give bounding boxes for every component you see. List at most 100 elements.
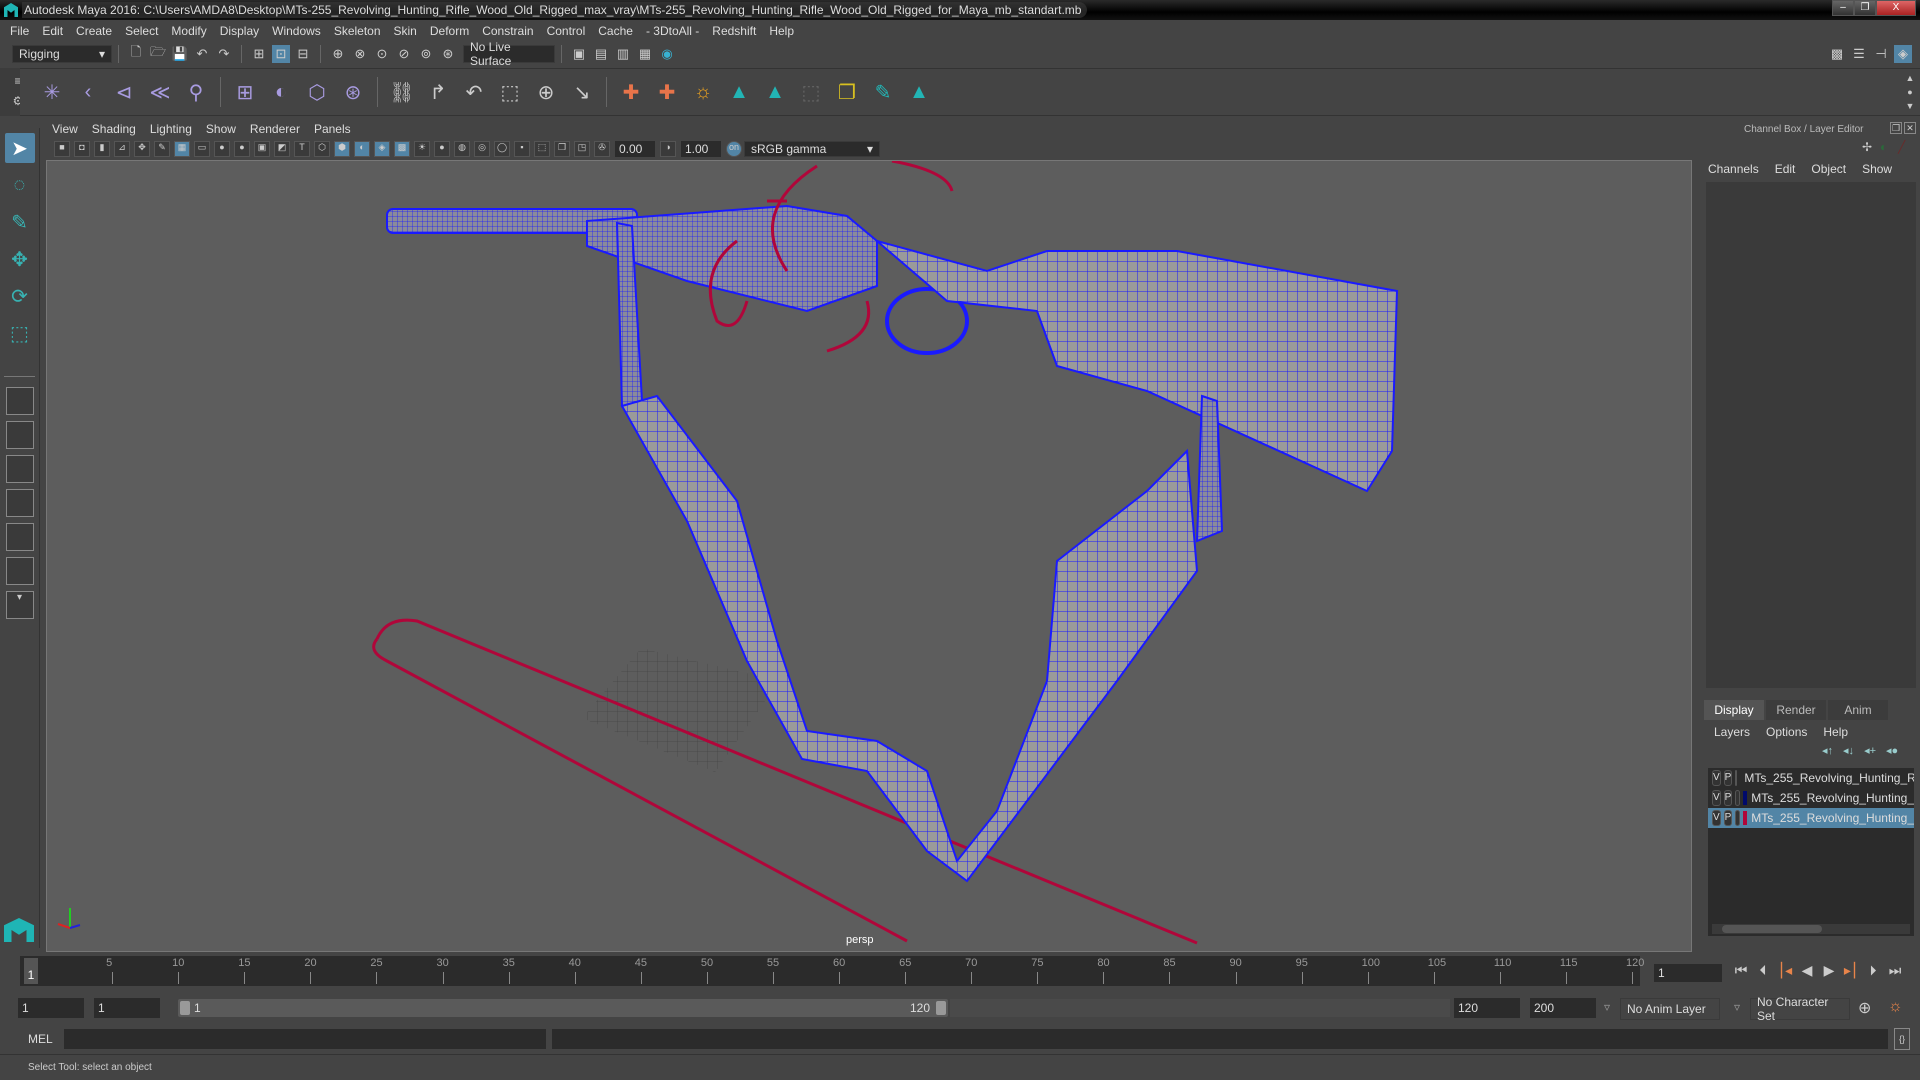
paint-weights-icon[interactable]: ◐ bbox=[267, 78, 295, 106]
smooth-shade-icon[interactable]: ⬢ bbox=[334, 141, 350, 157]
menuset-dropdown[interactable]: Rigging ▾ bbox=[12, 45, 112, 63]
single-pane-layout-icon[interactable] bbox=[5, 387, 34, 415]
panel-menu-show[interactable]: Show bbox=[206, 122, 236, 138]
paint-select-icon[interactable]: ✎ bbox=[869, 78, 897, 106]
image-plane-icon[interactable]: ⊿ bbox=[114, 141, 130, 157]
panel-menu-renderer[interactable]: Renderer bbox=[250, 122, 300, 138]
isolate-select-icon[interactable]: ▪ bbox=[514, 141, 530, 157]
manipulator-toggle-icon[interactable]: ✢ bbox=[1862, 140, 1872, 154]
layer-visibility-toggle[interactable]: V bbox=[1712, 790, 1721, 806]
menu-modify[interactable]: Modify bbox=[171, 24, 206, 38]
open-scene-icon[interactable]: 🗁 bbox=[149, 44, 167, 63]
empty-slot-icon[interactable]: ⬚ bbox=[797, 78, 825, 106]
menu-deform[interactable]: Deform bbox=[430, 24, 469, 38]
menu-cache[interactable]: Cache bbox=[598, 24, 633, 38]
cluster-icon[interactable]: ⊛ bbox=[339, 78, 367, 106]
menu-create[interactable]: Create bbox=[76, 24, 112, 38]
auto-key-icon[interactable]: ⊕ bbox=[1858, 998, 1871, 1018]
script-editor-icon[interactable]: {} bbox=[1894, 1028, 1910, 1050]
layer-name[interactable]: MTs_255_Revolving_Hunting_Rifle bbox=[1744, 771, 1914, 785]
go-to-start-icon[interactable]: ⏮ bbox=[1730, 962, 1752, 979]
menu-skin[interactable]: Skin bbox=[394, 24, 417, 38]
range-start-handle[interactable] bbox=[180, 1001, 190, 1015]
layer-display-type-toggle[interactable] bbox=[1735, 770, 1738, 786]
layer-playback-toggle[interactable]: P bbox=[1723, 770, 1733, 786]
end-time-field[interactable]: 200 bbox=[1530, 998, 1596, 1018]
cb-menu-channels[interactable]: Channels bbox=[1708, 162, 1759, 176]
scrollbar-thumb[interactable] bbox=[1722, 925, 1822, 933]
anim-layer-dropdown[interactable]: No Anim Layer bbox=[1620, 998, 1720, 1020]
step-back-key-icon[interactable]: ⎮◂ bbox=[1774, 962, 1796, 979]
outliner-persp-layout-icon[interactable] bbox=[5, 455, 34, 483]
tab-render[interactable]: Render bbox=[1766, 700, 1826, 720]
menu-constrain[interactable]: Constrain bbox=[482, 24, 533, 38]
start-time-field[interactable]: 1 bbox=[18, 998, 84, 1018]
depth-of-field-icon[interactable]: ◯ bbox=[494, 141, 510, 157]
play-backwards-icon[interactable]: ◀ bbox=[1796, 962, 1818, 979]
motion-blur-icon[interactable]: ◍ bbox=[454, 141, 470, 157]
persp-graph-layout-icon[interactable] bbox=[5, 489, 34, 517]
safe-title-icon[interactable]: T bbox=[294, 141, 310, 157]
bind-skin-icon[interactable]: ⊞ bbox=[231, 78, 259, 106]
cb-menu-show[interactable]: Show bbox=[1862, 162, 1892, 176]
layer-menu-help[interactable]: Help bbox=[1823, 725, 1848, 739]
animation-preferences-icon[interactable]: ☼ bbox=[1888, 998, 1903, 1016]
snap-edge-icon[interactable]: ⊛ bbox=[439, 45, 457, 63]
xray-active-icon[interactable]: ◳ bbox=[574, 141, 590, 157]
menu-display[interactable]: Display bbox=[220, 24, 259, 38]
step-back-frame-icon[interactable]: ⏴ bbox=[1752, 962, 1774, 979]
step-forward-key-icon[interactable]: ▸⎮ bbox=[1840, 962, 1862, 979]
ipr-render-icon[interactable]: ▥ bbox=[614, 45, 632, 63]
cb-menu-object[interactable]: Object bbox=[1811, 162, 1846, 176]
layer-row[interactable]: V P MTs_255_Revolving_Hunting_ bbox=[1708, 808, 1914, 828]
layout-menu-icon[interactable]: ▾ bbox=[5, 591, 34, 619]
speed-toggle-icon[interactable]: ◐ bbox=[1880, 140, 1887, 154]
menu-file[interactable]: File bbox=[10, 24, 29, 38]
color-management-toggle[interactable]: on bbox=[726, 141, 742, 157]
panel-menu-panels[interactable]: Panels bbox=[314, 122, 351, 138]
menu-select[interactable]: Select bbox=[125, 24, 158, 38]
lattice-icon[interactable]: ⬡ bbox=[303, 78, 331, 106]
set-driven-key-icon[interactable]: ✚ bbox=[653, 78, 681, 106]
bookmark-icon[interactable]: ▮ bbox=[94, 141, 110, 157]
modeling-toolkit-icon[interactable]: ▩ bbox=[1828, 45, 1846, 63]
gate-mask-icon[interactable]: ● bbox=[234, 141, 250, 157]
select-component-icon[interactable]: ⊟ bbox=[294, 45, 312, 63]
rotate-tool-icon[interactable]: ⟳ bbox=[5, 281, 35, 311]
live-surface-field[interactable]: No Live Surface bbox=[463, 40, 555, 68]
playback-start-field[interactable]: 1 bbox=[94, 998, 160, 1018]
play-forwards-icon[interactable]: ▶ bbox=[1818, 962, 1840, 979]
hyperbolic-toggle-icon[interactable]: ╱ bbox=[1898, 140, 1905, 154]
layer-playback-toggle[interactable]: P bbox=[1723, 790, 1733, 806]
tab-anim[interactable]: Anim bbox=[1828, 700, 1888, 720]
select-hierarchy-icon[interactable]: ⊞ bbox=[250, 45, 268, 63]
shadows-icon[interactable]: ☀ bbox=[414, 141, 430, 157]
layer-color-swatch[interactable] bbox=[1743, 811, 1748, 825]
orient-constraint-icon[interactable]: ↶ bbox=[460, 78, 488, 106]
four-pane-layout-icon[interactable] bbox=[5, 421, 34, 449]
layer-name[interactable]: MTs_255_Revolving_Hunting_ bbox=[1751, 791, 1914, 805]
resolution-gate-icon[interactable]: ● bbox=[214, 141, 230, 157]
scale-tool-icon[interactable]: ⬚ bbox=[5, 318, 35, 348]
gamma-field[interactable]: 1.00 bbox=[681, 141, 721, 157]
panel-menu-view[interactable]: View bbox=[52, 122, 78, 138]
current-frame-field[interactable]: 1 bbox=[1654, 964, 1722, 982]
humanik-icon[interactable]: ⚲ bbox=[182, 78, 210, 106]
3d-viewport[interactable] bbox=[46, 160, 1692, 952]
layer-playback-toggle[interactable]: P bbox=[1723, 810, 1733, 826]
shelf-scroll[interactable]: ▲ ● ▼ bbox=[1904, 71, 1916, 113]
menu-redshift[interactable]: Redshift bbox=[712, 24, 756, 38]
move-layer-up-icon[interactable]: ◂↑ bbox=[1822, 744, 1833, 757]
menu-control[interactable]: Control bbox=[547, 24, 586, 38]
view-transform-dropdown[interactable]: sRGB gamma ▾ bbox=[744, 141, 880, 157]
character-set-dropdown[interactable]: No Character Set bbox=[1750, 995, 1850, 1023]
hypershade-persp-layout-icon[interactable] bbox=[5, 523, 34, 551]
channel-list[interactable] bbox=[1706, 182, 1916, 688]
menu-help[interactable]: Help bbox=[769, 24, 794, 38]
minimize-button[interactable]: – bbox=[1832, 0, 1854, 16]
custom-layout-icon[interactable] bbox=[5, 557, 34, 585]
layer-icon[interactable]: ❐ bbox=[833, 78, 861, 106]
set-key-icon[interactable]: ✚ bbox=[617, 78, 645, 106]
go-to-end-icon[interactable]: ⏭ bbox=[1884, 962, 1906, 979]
layer-display-type-toggle[interactable] bbox=[1735, 810, 1741, 826]
